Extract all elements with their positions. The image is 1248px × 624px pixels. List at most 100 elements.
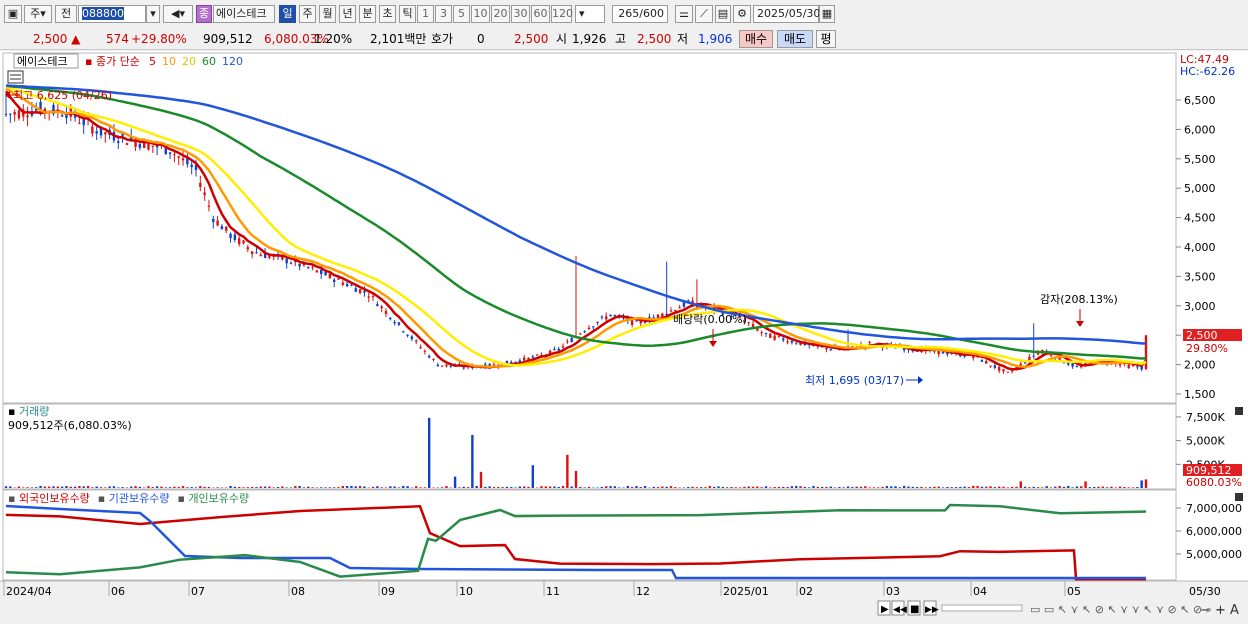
stop-icon[interactable]: ■: [910, 604, 919, 615]
period-button-4[interactable]: 분: [359, 5, 376, 23]
speaker-icon[interactable]: ◀▾: [163, 5, 193, 23]
stock-chart-svg[interactable]: 6,5006,0005,5005,0004,5004,0003,5003,000…: [0, 51, 1248, 621]
candle-body: [324, 272, 326, 275]
chart-area[interactable]: 6,5006,0005,5005,0004,5004,0003,5003,000…: [0, 51, 1248, 621]
count-input[interactable]: 265/600: [612, 5, 668, 23]
volume-bar: [117, 487, 119, 488]
volume-bar: [717, 486, 719, 488]
period-button-3[interactable]: 년: [339, 5, 356, 23]
layout-icon[interactable]: ▣: [4, 5, 22, 23]
tool-icons[interactable]: ▭ ▭ ↖ ⋎ ↖ ⊘ ↖ ⋎ ⋎ ↖ ⋎ ⊘ ↖ ⊘ ⌕ −: [1030, 603, 1225, 616]
volume-bar: [886, 486, 888, 488]
candle-body: [411, 336, 413, 339]
volume-bar: [169, 487, 171, 488]
interval-button-2[interactable]: 5: [453, 5, 470, 23]
candle-body: [203, 192, 205, 195]
volume-bar: [700, 487, 702, 488]
volume-bar: [1054, 487, 1056, 488]
x-tick-label: 06: [111, 585, 125, 598]
candle-body: [9, 114, 11, 115]
price-change: 574: [106, 31, 129, 47]
scroll-right-icon[interactable]: ▶: [881, 604, 889, 615]
market-select[interactable]: 주▾: [24, 5, 52, 23]
low-note: 최저 1,695 (03/17): [805, 374, 904, 387]
volume-bar: [380, 487, 382, 488]
date-input[interactable]: 2025/05/30: [753, 5, 819, 23]
stock-code-input[interactable]: 088800: [78, 5, 146, 23]
volume-bar: [471, 435, 473, 488]
volume-close-icon[interactable]: [1235, 407, 1243, 415]
candle-body: [385, 311, 387, 314]
volume-bar: [687, 487, 689, 488]
interval-button-4[interactable]: 20: [491, 5, 510, 23]
x-tick-label: 11: [546, 585, 560, 598]
code-dropdown-icon[interactable]: ▾: [146, 5, 160, 23]
eval-button[interactable]: 평: [816, 30, 836, 48]
volume-bar: [402, 486, 404, 488]
count-select[interactable]: ▾: [575, 5, 605, 23]
calendar-icon[interactable]: ▦: [819, 5, 835, 23]
ma-legend-10: 10: [162, 55, 176, 68]
holder-close-icon[interactable]: [1235, 493, 1243, 501]
volume-bar: [255, 487, 257, 488]
volume-bar: [441, 487, 443, 488]
candle-icon[interactable]: ⚌: [675, 5, 693, 23]
volume-bar: [100, 487, 102, 488]
interval-button-1[interactable]: 3: [435, 5, 452, 23]
candle-body: [346, 284, 348, 286]
interval-button-5[interactable]: 30: [511, 5, 530, 23]
interval-button-0[interactable]: 1: [417, 5, 434, 23]
volume-bar: [1123, 487, 1125, 488]
period-button-2[interactable]: 월: [319, 5, 336, 23]
interval-button-3[interactable]: 10: [471, 5, 490, 23]
zoom-controls[interactable]: − + A: [1200, 603, 1239, 618]
candle-body: [18, 110, 20, 118]
volume-bar: [264, 487, 266, 488]
candle-body: [169, 152, 171, 153]
fast-forward-icon[interactable]: ▶▶: [925, 605, 939, 615]
hoga-value: 0: [477, 31, 485, 47]
volume-bar: [838, 487, 840, 488]
draw-line-icon[interactable]: ⟋: [695, 5, 713, 23]
interval-button-7[interactable]: 120: [551, 5, 572, 23]
volume-bar: [981, 487, 983, 488]
buy-button[interactable]: 매수: [739, 30, 773, 48]
volume-tick-label: 7,500K: [1186, 411, 1225, 424]
candle-body: [614, 315, 616, 316]
volume-bar: [1110, 487, 1112, 488]
period-button-5[interactable]: 초: [379, 5, 396, 23]
candle-body: [398, 322, 400, 324]
volume-bar: [445, 486, 447, 488]
save-icon[interactable]: ▤: [715, 5, 731, 23]
volume-bar: [601, 487, 603, 488]
volume-bar: [817, 487, 819, 488]
volume-bar: [182, 486, 184, 488]
period-button-0[interactable]: 일: [279, 5, 296, 23]
candle-body: [221, 226, 223, 229]
scroll-controls[interactable]: ▶ ◀◀ ■ ▶▶ ▭ ▭ ↖ ⋎ ↖ ⊘ ↖ ⋎ ⋎ ↖ ⋎ ⊘ ↖ ⊘ ⌕ …: [878, 601, 1239, 618]
volume-bar: [696, 487, 698, 488]
candle-body: [178, 156, 180, 157]
volume-bar: [350, 486, 352, 488]
scroll-track[interactable]: [942, 605, 1022, 611]
period-button-1[interactable]: 주: [299, 5, 316, 23]
candle-body: [1119, 364, 1121, 366]
candle-body: [376, 304, 378, 306]
rewind-icon[interactable]: ◀◀: [893, 605, 907, 615]
calculator-icon[interactable]: [8, 71, 23, 83]
volume-bar: [1102, 487, 1104, 488]
prev-button[interactable]: 전: [55, 5, 77, 23]
turnover-pct: 1.20%: [314, 31, 352, 47]
volume-bar: [1084, 481, 1086, 488]
volume-bar: [139, 487, 141, 488]
interval-button-6[interactable]: 60: [531, 5, 550, 23]
period-button-6[interactable]: 틱: [399, 5, 416, 23]
sell-button[interactable]: 매도: [777, 30, 813, 48]
volume-bar: [480, 472, 482, 488]
volume-bar: [640, 487, 642, 488]
volume-bar: [713, 487, 715, 488]
volume-last-pct: 6080.03%: [1186, 476, 1242, 489]
gear-icon[interactable]: ⚙: [733, 5, 751, 23]
volume-bar: [994, 487, 996, 488]
volume-bar: [26, 487, 28, 488]
